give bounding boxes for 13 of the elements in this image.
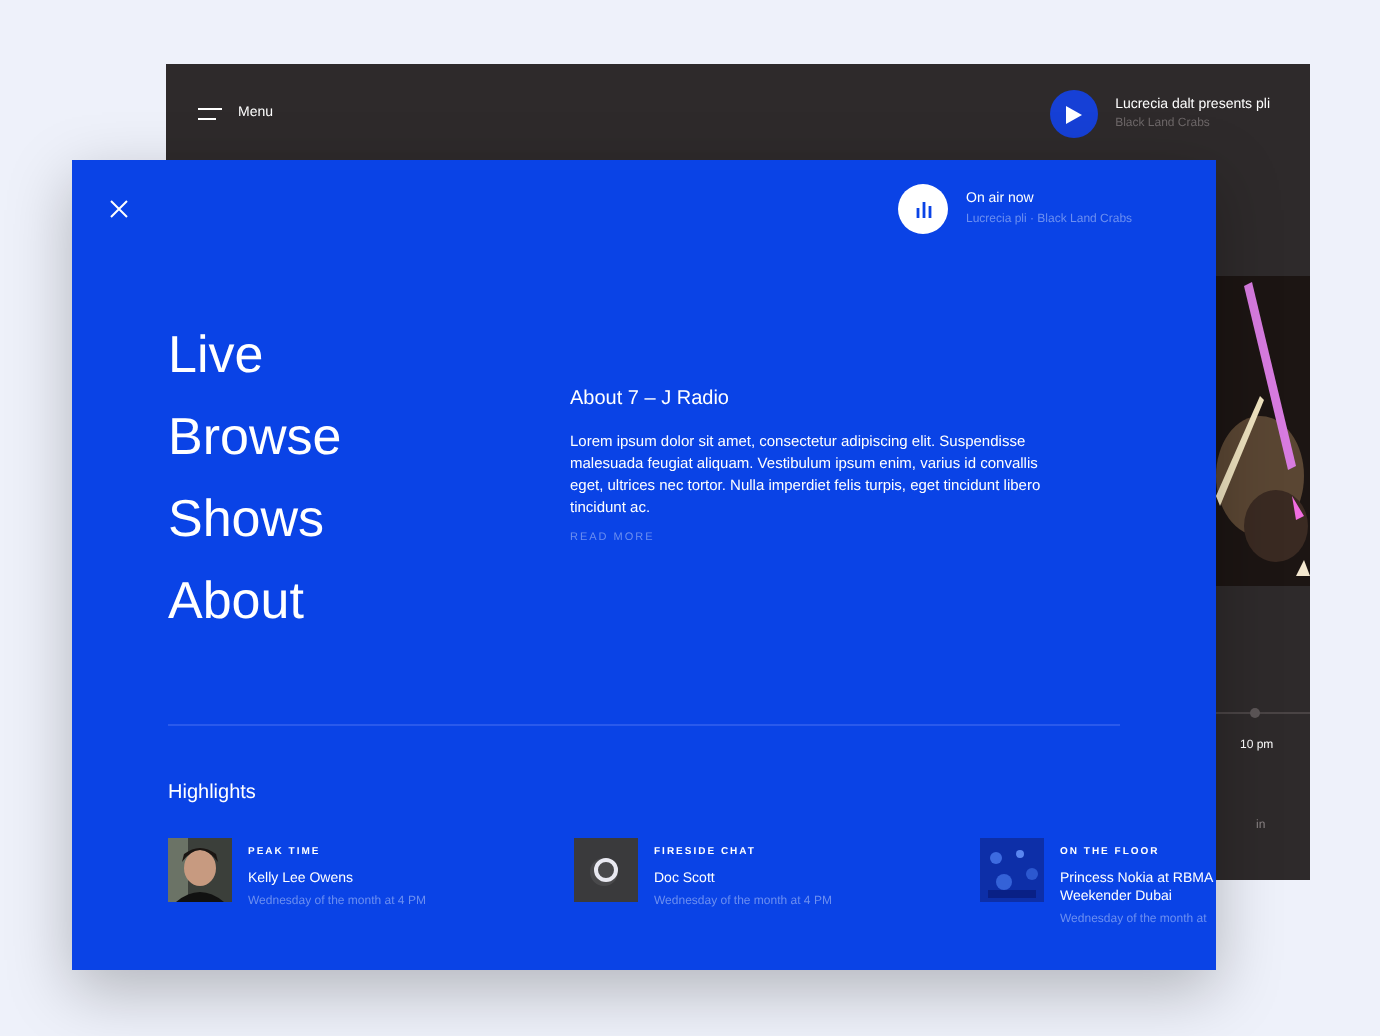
nav-link[interactable]: Browse — [168, 396, 570, 478]
about-title: About 7 – J Radio — [570, 386, 731, 414]
nav-link[interactable]: Live — [168, 314, 570, 396]
close-button[interactable] — [108, 198, 128, 218]
on-air-badge[interactable] — [898, 184, 948, 234]
menu-icon[interactable] — [198, 108, 222, 120]
highlights-title: Highlights — [168, 782, 256, 804]
close-icon — [109, 199, 127, 217]
play-icon — [1065, 105, 1082, 123]
play-button[interactable] — [1049, 90, 1098, 138]
bars-icon — [915, 201, 931, 217]
nav-link[interactable]: Shows — [168, 478, 570, 560]
nav-link[interactable]: About — [168, 560, 570, 642]
